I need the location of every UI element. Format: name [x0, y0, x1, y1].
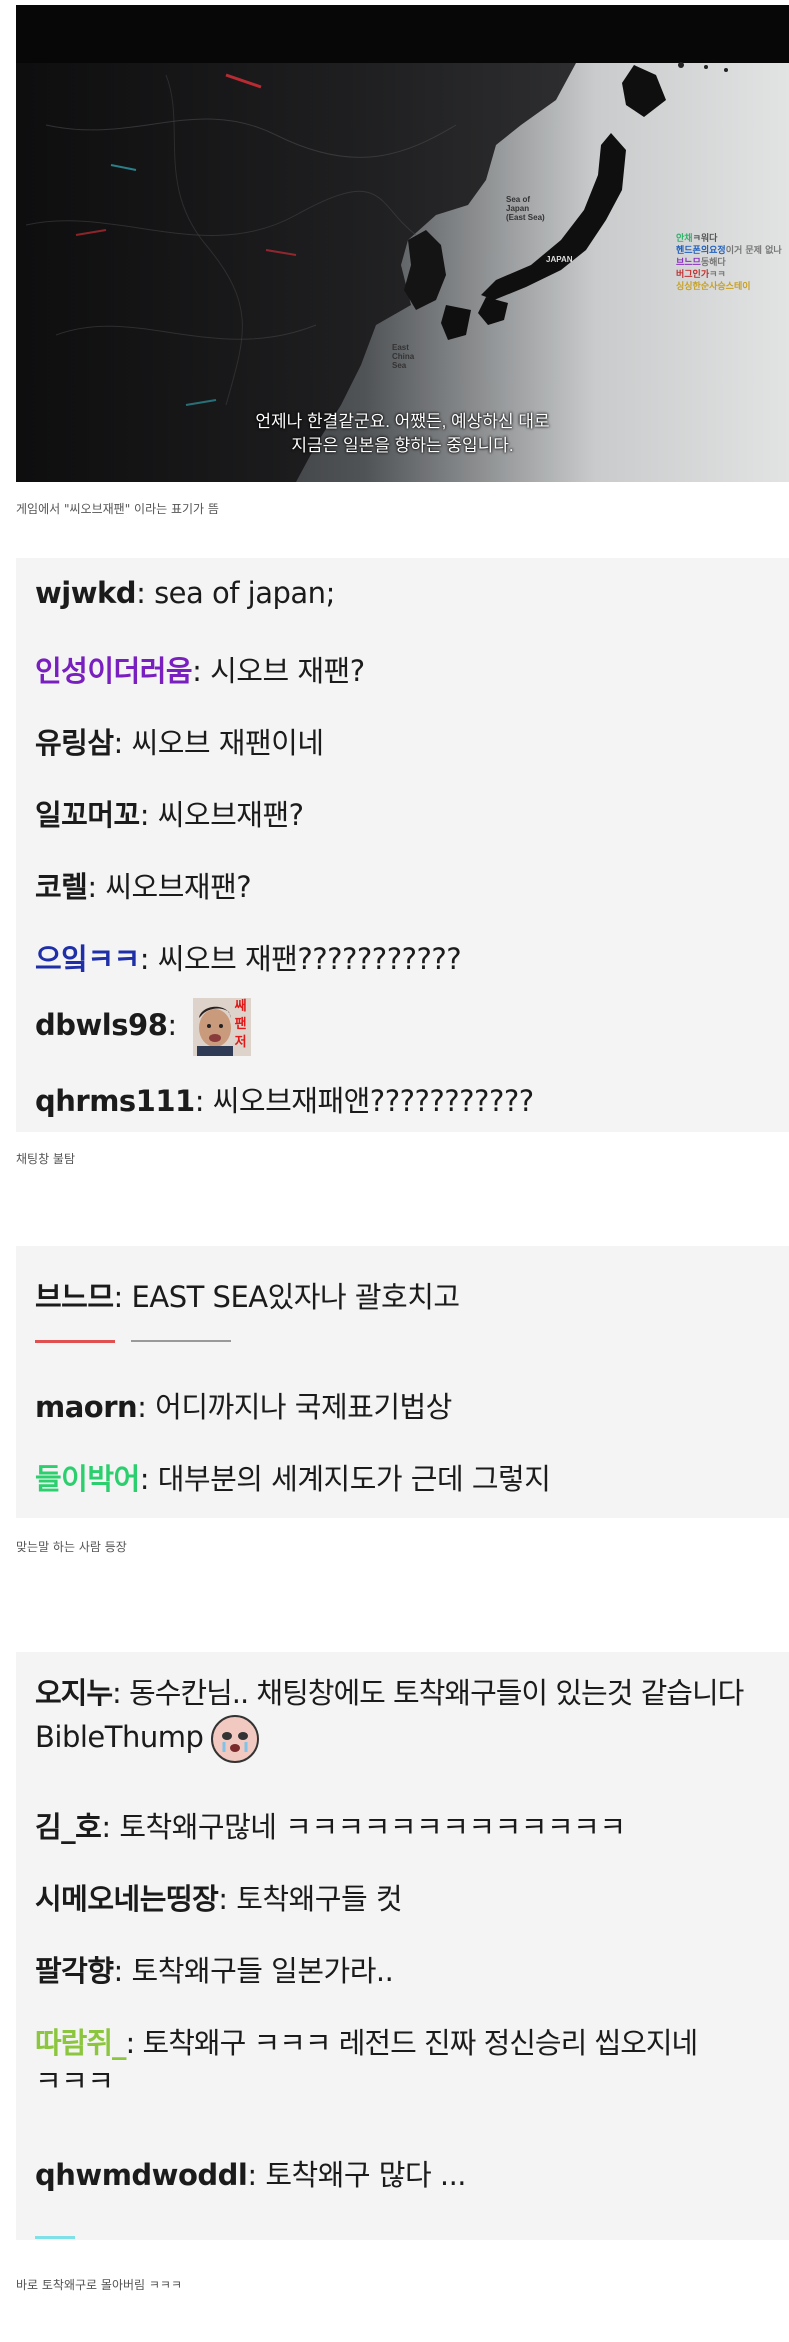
chat-message: : EAST SEA있자나 괄호치고: [113, 1280, 461, 1314]
cut-off-chat-line: [35, 1340, 295, 1346]
overlay-chat-line: 헨드폰의요정이거 문제 없나: [676, 246, 782, 256]
chat-username: 오지누: [35, 1676, 113, 1710]
chat-username: 유링삼: [35, 726, 114, 760]
chat-line: 김_호: 토착왜구많네 ㅋㅋㅋㅋㅋㅋㅋㅋㅋㅋㅋㅋㅋ: [35, 1804, 626, 1846]
chat-line: wjwkd: sea of japan;: [35, 576, 335, 610]
chat-line-continued: BibleThump: [35, 1714, 260, 1764]
chat-line: qhrms111: 씨오브재패앤???????????: [35, 1078, 534, 1120]
chat-line-continued: ㅋㅋㅋ: [35, 2058, 114, 2100]
map-label-east-china-sea: East China Sea: [392, 343, 415, 370]
chat-line: qhwmdwoddl: 토착왜구 많다 ...: [35, 2152, 467, 2194]
chat-message: : sea of japan;: [136, 576, 335, 610]
chat-username: 들이박어: [35, 1462, 140, 1496]
chat-screenshot-3: 오지누: 동수칸님.. 채팅창에도 토착왜구들이 있는것 같습니다 BibleT…: [16, 1652, 789, 2240]
chat-screenshot-2: 브느므: EAST SEA있자나 괄호치고 maorn: 어디까지나 국제표기법…: [16, 1246, 789, 1518]
chat-line: 팔각향: 토착왜구들 일본가라..: [35, 1948, 394, 1990]
chat-line: maorn: 어디까지나 국제표기법상: [35, 1384, 452, 1426]
chat-username: dbwls98: [35, 1008, 168, 1042]
caption-3: 맞는말 하는 사람 등장: [16, 1540, 127, 1554]
overlay-chat-line: 싱싱한순사승스테이: [676, 282, 751, 292]
chat-message: : 씨오브재팬?: [139, 798, 304, 832]
subtitle-line-2: 지금은 일본을 향하는 중입니다.: [291, 436, 514, 455]
video-frame[interactable]: Sea of Japan (East Sea) JAPAN East China…: [16, 5, 789, 482]
chat-message: : 씨오브재팬?: [87, 870, 252, 904]
chat-username: qhwmdwoddl: [35, 2158, 248, 2192]
chat-message: : 동수칸님.. 채팅창에도 토착왜구들이 있는것 같습니다: [112, 1676, 744, 1710]
caption-4: 바로 토착왜구로 몰아버림 ㅋㅋㅋ: [16, 2278, 183, 2292]
subtitle-line-1: 언제나 한결같군요. 어쨌든, 예상하신 대로: [255, 412, 550, 431]
chat-message: : 어디까지나 국제표기법상: [137, 1390, 452, 1424]
chat-line: 시메오네는띵장: 토착왜구들 컷: [35, 1876, 403, 1918]
chat-line: dbwls98: 쌔 팬 저: [35, 998, 252, 1056]
chat-line: 일꼬머꼬: 씨오브재팬?: [35, 792, 304, 834]
overlay-chat-line: 안채ㅋ워다: [676, 234, 718, 244]
chat-message: : 대부분의 세계지도가 근데 그렇지: [139, 1462, 551, 1496]
chat-username: 인성이더러움: [35, 654, 193, 688]
chat-line: 오지누: 동수칸님.. 채팅창에도 토착왜구들이 있는것 같습니다: [35, 1670, 744, 1712]
video-overlay-chat: 안채ㅋ워다 헨드폰의요정이거 문제 없나 브느므동해다 버그인가ㅋㅋ 싱싱한순사…: [676, 233, 782, 293]
chat-message: : 토착왜구 ㅋㅋㅋ 레전드 진짜 정신승리 씹오지네: [125, 2026, 699, 2060]
chat-username: maorn: [35, 1390, 138, 1424]
cut-off-chat-line: [35, 2236, 75, 2239]
overlay-chat-line: 버그인가ㅋㅋ: [676, 270, 726, 280]
chat-line: 인성이더러움: 시오브 재팬?: [35, 648, 365, 690]
chat-line: 유링삼: 씨오브 재팬이네: [35, 720, 324, 762]
chat-message: : 토착왜구들 일본가라..: [113, 1954, 394, 1988]
chat-message: ㅋㅋㅋ: [35, 2064, 114, 2098]
map-label-japan: JAPAN: [546, 255, 573, 264]
chat-message: :: [167, 1008, 177, 1042]
chat-line: 브느므: EAST SEA있자나 괄호치고: [35, 1274, 460, 1316]
chat-message: : 씨오브재패앤???????????: [194, 1084, 534, 1118]
caption-2: 채팅창 불탐: [16, 1152, 76, 1166]
chat-message: : 토착왜구 많다 ...: [247, 2158, 467, 2192]
chat-message: : 씨오브 재팬???????????: [139, 942, 462, 976]
chat-message: : 토착왜구많네 ㅋㅋㅋㅋㅋㅋㅋㅋㅋㅋㅋㅋㅋ: [101, 1810, 626, 1844]
chat-message: : 시오브 재팬?: [192, 654, 365, 688]
chat-screenshot-1: wjwkd: sea of japan; 인성이더러움: 시오브 재팬? 유링삼…: [16, 558, 789, 1132]
chat-username: 따람쥐_: [35, 2026, 127, 2060]
chat-line: 따람쥐_: 토착왜구 ㅋㅋㅋ 레전드 진짜 정신승리 씹오지네: [35, 2020, 699, 2062]
chat-message: : 토착왜구들 컷: [218, 1882, 403, 1916]
chat-username: wjwkd: [35, 576, 137, 610]
chat-line: 으잌ㅋㅋ: 씨오브 재팬???????????: [35, 936, 462, 978]
chat-line: 들이박어: 대부분의 세계지도가 근데 그렇지: [35, 1456, 551, 1498]
chat-username: 일꼬머꼬: [35, 798, 140, 832]
chat-username: 코렐: [35, 870, 88, 904]
chat-line: 코렐: 씨오브재팬?: [35, 864, 252, 906]
chat-username: qhrms111: [35, 1084, 195, 1118]
chat-message: : 씨오브 재팬이네: [113, 726, 324, 760]
overlay-chat-line: 브느므동해다: [676, 258, 726, 268]
caption-1: 게임에서 "씨오브재팬" 이라는 표기가 뜸: [16, 502, 219, 516]
biblethump-emote-icon: [210, 1714, 260, 1764]
chat-username: 팔각향: [35, 1954, 114, 1988]
emote-red-text: 쌔 팬 저: [234, 999, 247, 1050]
chat-username: 으잌ㅋㅋ: [35, 942, 140, 976]
map-label-sea-of-japan: Sea of Japan (East Sea): [506, 195, 545, 222]
chat-username: 시메오네는띵장: [35, 1882, 219, 1916]
chat-username: 김_호: [35, 1810, 102, 1844]
streamer-face-emote-icon: 쌔 팬 저: [193, 998, 252, 1056]
chat-username: 브느므: [35, 1280, 114, 1314]
chat-message: BibleThump: [35, 1720, 204, 1754]
